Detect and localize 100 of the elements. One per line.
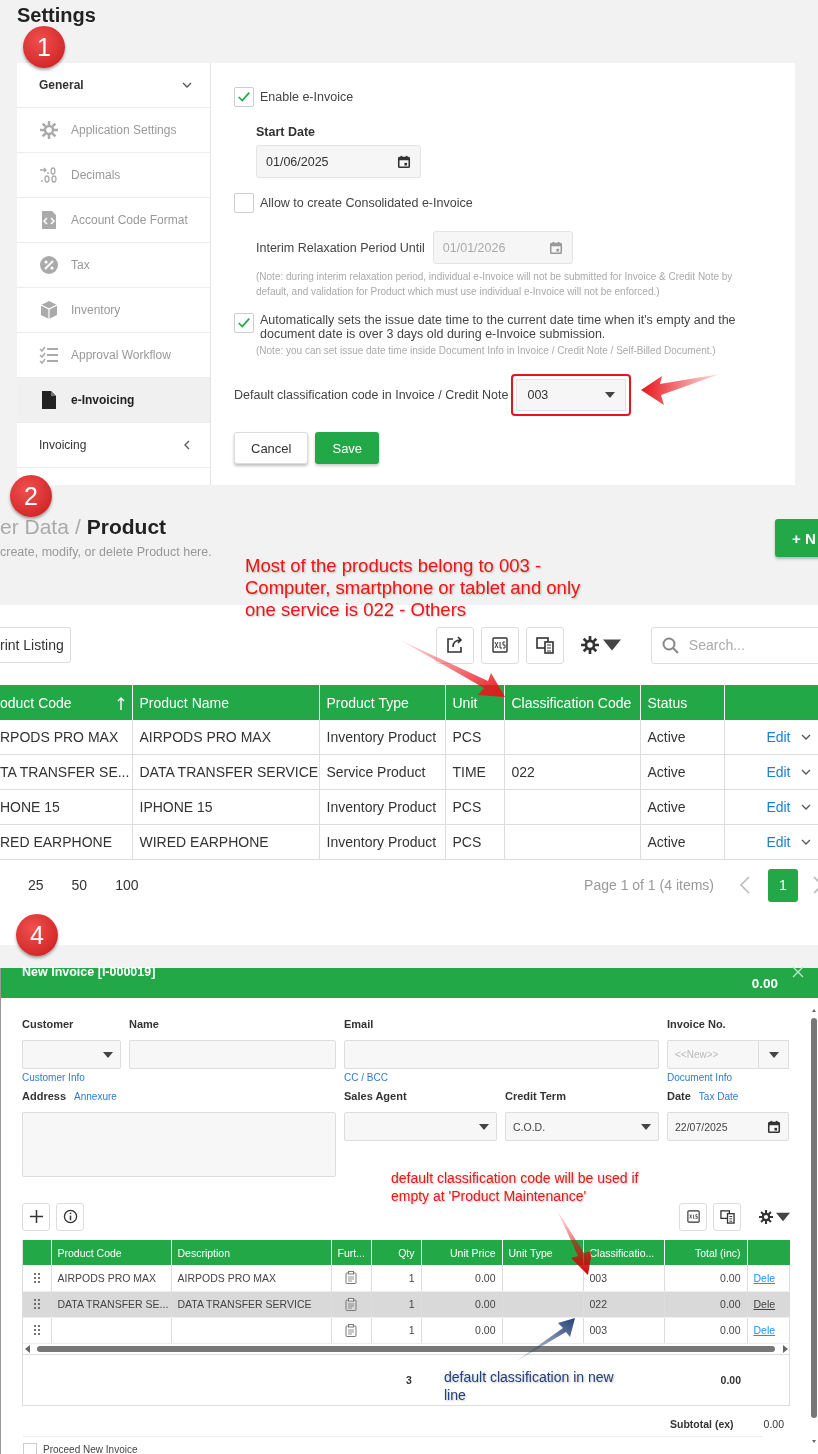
field-label: Default classification code in Invoice / Credit Note xyxy=(234,388,509,402)
date-field[interactable]: 22/07/2025 xyxy=(667,1112,789,1141)
credit-term-dropdown[interactable]: C.O.D. xyxy=(505,1112,659,1141)
column-header[interactable]: Description xyxy=(171,1240,331,1265)
settings-menu-button[interactable] xyxy=(759,1209,790,1224)
table-cell: 1 xyxy=(371,1317,421,1343)
checkbox[interactable] xyxy=(234,193,254,213)
sidebar-item[interactable]: Account Code Format xyxy=(17,198,210,243)
add-button[interactable] xyxy=(22,1202,50,1231)
delete-link[interactable]: Dele xyxy=(753,1324,776,1336)
column-header[interactable]: Qty xyxy=(371,1240,421,1265)
table-cell: 0.00 xyxy=(421,1317,502,1343)
field-link[interactable]: Annexure xyxy=(74,1091,117,1102)
subtotal-value: 0.00 xyxy=(763,1417,784,1430)
table-cell: Active xyxy=(640,754,724,790)
chevron-down-icon[interactable] xyxy=(800,804,811,810)
page-info: Page 1 of 1 (4 items) xyxy=(584,877,714,893)
delete-link[interactable]: Dele xyxy=(753,1271,776,1284)
page-size-option[interactable]: 100 xyxy=(115,877,139,893)
sidebar-item[interactable]: e-Invoicing xyxy=(17,378,210,423)
drag-handle-icon[interactable] xyxy=(32,1271,41,1284)
info-button[interactable] xyxy=(56,1202,84,1231)
sidebar-item[interactable]: Decimals xyxy=(17,153,210,198)
document-info-link[interactable]: Document Info xyxy=(667,1072,733,1083)
drag-handle-icon[interactable] xyxy=(32,1298,41,1310)
drag-handle-icon[interactable] xyxy=(32,1324,41,1336)
checkbox[interactable] xyxy=(234,313,254,333)
page-size-option[interactable]: 50 xyxy=(71,877,88,893)
table-cell: 0.00 xyxy=(421,1265,502,1291)
date-field[interactable]: 01/06/2025 xyxy=(256,145,421,178)
table-cell: Active xyxy=(640,824,724,860)
table-row[interactable]: DATA TRANSFER SE... DATA TRANSFER SERVICE 1 0.00 022 0.00 Dele xyxy=(23,1291,790,1317)
sidebar-item[interactable]: Application Settings xyxy=(17,108,210,153)
table-row[interactable]: AIRPODS PRO MAX AIRPODS PRO MAX 1 0.00 003 0.00 Dele xyxy=(23,1265,790,1291)
cc-bcc-link[interactable]: CC / BCC xyxy=(344,1072,388,1083)
settings-menu-button[interactable] xyxy=(580,636,621,654)
dropdown-button[interactable] xyxy=(759,1040,789,1069)
checkbox[interactable] xyxy=(234,87,254,107)
settings-icon xyxy=(580,636,599,654)
note-text: (Note: you can set issue date time inside Document Info in Invoice / Credit Note / Self-Billed Document.) xyxy=(256,344,717,358)
table-cell: TA TRANSFER SE... xyxy=(0,754,132,790)
page-size-option[interactable]: 25 xyxy=(28,877,44,893)
chevron-down-icon[interactable] xyxy=(800,769,811,775)
total-amount: 0.00 xyxy=(720,1373,741,1386)
table-cell: 0.00 xyxy=(421,1291,502,1317)
sidebar-item[interactable]: Inventory xyxy=(17,288,210,333)
address-field[interactable] xyxy=(22,1112,336,1177)
breadcrumb-link[interactable]: er Data xyxy=(0,515,69,538)
edit-link[interactable]: Edit xyxy=(766,834,791,850)
field-link[interactable]: Tax Date xyxy=(698,1091,739,1102)
close-icon[interactable] xyxy=(792,966,804,978)
customer-info-link[interactable]: Customer Info xyxy=(22,1072,85,1083)
chevron-down-icon[interactable] xyxy=(800,839,811,845)
edit-link[interactable]: Edit xyxy=(766,764,791,780)
classification-dropdown[interactable]: 003 xyxy=(516,379,627,411)
sidebar-group[interactable]: Invoicing xyxy=(17,423,210,468)
toolbar-button[interactable] xyxy=(525,626,564,664)
table-cell: Inventory Product xyxy=(319,720,445,755)
clipboard-icon[interactable] xyxy=(345,1297,357,1311)
annotation-text: Most of the products belong to 003 - Computer, smartphone or tablet and only one service is 022 - Others xyxy=(245,555,582,621)
page-button[interactable]: 1 xyxy=(768,868,798,902)
calendar-icon xyxy=(548,240,563,255)
table-cell: 0.00 xyxy=(664,1317,747,1343)
step-badge: 2 xyxy=(10,475,52,517)
clipboard-icon[interactable] xyxy=(345,1323,357,1337)
toolbar-button[interactable] xyxy=(480,626,519,664)
invoice-number-field[interactable]: <<New>> xyxy=(667,1040,759,1069)
email-field[interactable] xyxy=(344,1040,659,1069)
column-header[interactable]: Classificatio... xyxy=(583,1240,664,1265)
print-listing-button[interactable]: rint Listing xyxy=(0,627,71,663)
edit-link[interactable]: Edit xyxy=(766,799,791,815)
chevron-down-icon[interactable] xyxy=(800,734,811,740)
toolbar-button[interactable] xyxy=(435,626,474,664)
toolbar-button[interactable] xyxy=(679,1202,707,1231)
clipboard-icon[interactable] xyxy=(345,1271,357,1285)
table-cell: PCS xyxy=(445,824,504,860)
column-header[interactable]: Status xyxy=(640,685,724,720)
page-title: Product xyxy=(86,515,167,538)
save-button[interactable]: Save xyxy=(315,432,380,464)
search-field[interactable]: Search... xyxy=(650,626,818,664)
column-header[interactable]: Unit Price xyxy=(421,1240,502,1265)
column-header[interactable]: Furt... xyxy=(331,1240,371,1265)
column-header[interactable]: Total (inc) xyxy=(664,1240,747,1265)
edit-link[interactable]: Edit xyxy=(766,729,791,745)
column-header[interactable]: Product Type xyxy=(319,685,445,720)
table-cell: Active xyxy=(640,789,724,825)
name-field[interactable] xyxy=(129,1040,336,1069)
column-header[interactable]: oduct Code xyxy=(0,685,132,720)
table-cell: Inventory Product xyxy=(319,824,445,860)
field-label: Invoice No. xyxy=(667,1018,726,1030)
column-header[interactable]: Classification Code xyxy=(504,685,640,720)
column-header[interactable]: Product Name xyxy=(132,685,319,720)
sidebar-item[interactable]: Tax xyxy=(17,243,210,288)
field-label: Start Date xyxy=(256,125,317,139)
checkbox[interactable] xyxy=(23,1442,37,1454)
toolbar-button[interactable] xyxy=(713,1202,741,1231)
column-header[interactable]: Product Code xyxy=(51,1240,171,1265)
new-button[interactable]: + N xyxy=(775,519,818,557)
cancel-button[interactable]: Cancel xyxy=(234,432,309,464)
page-title: Settings xyxy=(17,3,96,26)
